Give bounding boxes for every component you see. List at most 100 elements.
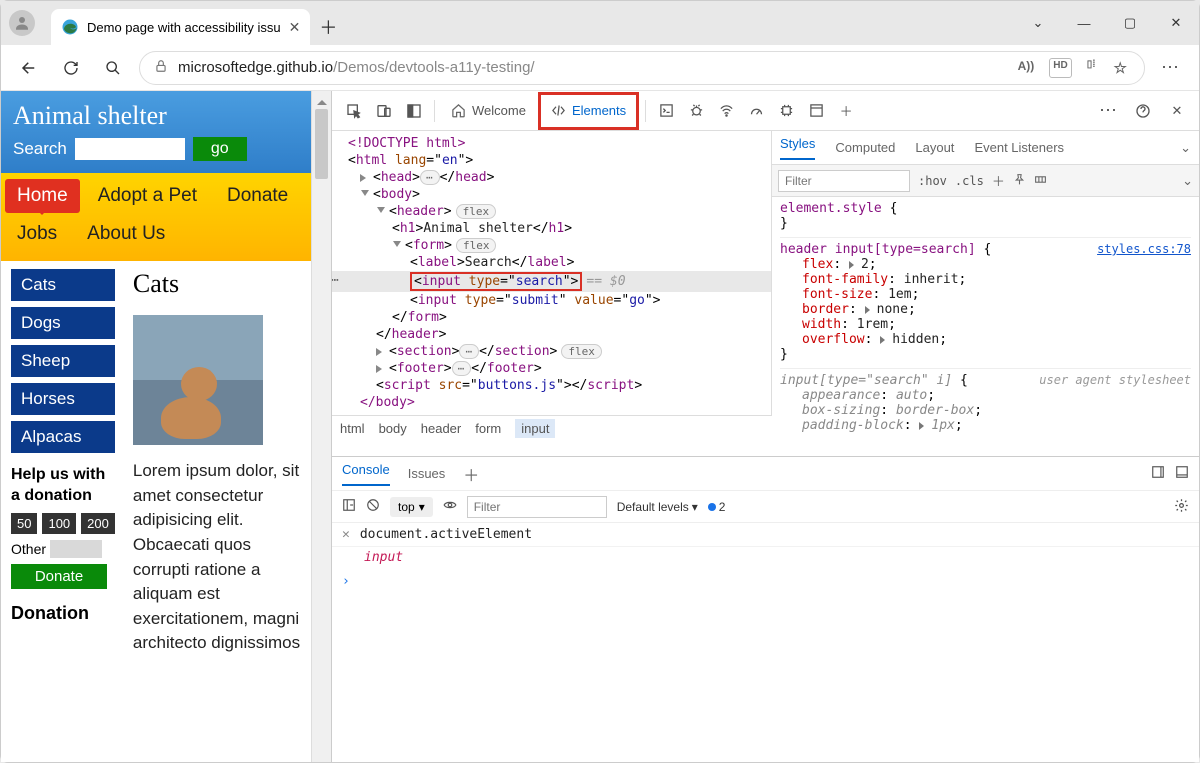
sidebar-horses[interactable]: Horses (11, 383, 115, 415)
console-settings-icon[interactable] (1174, 498, 1189, 516)
devtools-menu-icon[interactable]: ⋯ (1095, 97, 1123, 125)
new-tab-button[interactable]: ＋ (310, 9, 346, 45)
hov-toggle[interactable]: :hov (918, 174, 947, 188)
nav-donate[interactable]: Donate (215, 179, 300, 213)
application-icon[interactable] (802, 97, 830, 125)
console-prompt[interactable]: › (332, 568, 1199, 595)
styles-tabs: Styles Computed Layout Event Listeners ⌄ (772, 131, 1199, 165)
crumb-html[interactable]: html (340, 421, 365, 436)
donation-footer-heading: Donation (11, 603, 115, 624)
log-levels[interactable]: Default levels ▾ (617, 500, 698, 514)
nav-adopt[interactable]: Adopt a Pet (86, 179, 209, 213)
close-devtools-icon[interactable]: ✕ (1163, 97, 1191, 125)
bug-icon[interactable] (682, 97, 710, 125)
context-selector[interactable]: top ▾ (390, 497, 433, 517)
live-expression-icon[interactable] (443, 498, 457, 515)
drawer-tabs: Console Issues ＋ (332, 457, 1199, 491)
search-button[interactable] (97, 52, 129, 84)
console-filter-input[interactable] (467, 496, 607, 518)
page-scrollbar[interactable] (311, 91, 331, 762)
demo-page: Animal shelter Search go Home Adopt a Pe… (1, 91, 311, 762)
sidebar-cats[interactable]: Cats (11, 269, 115, 301)
more-tabs-icon[interactable]: ＋ (832, 97, 860, 125)
styles-chevron-icon[interactable]: ⌄ (1182, 173, 1193, 189)
url-box[interactable]: microsoftedge.github.io/Demos/devtools-a… (139, 51, 1145, 85)
styles-more-icon[interactable]: ⌄ (1180, 140, 1191, 156)
lock-icon (154, 59, 168, 76)
browser-menu-button[interactable]: ⋯ (1155, 52, 1187, 84)
pin-icon[interactable] (1013, 173, 1026, 189)
nav-jobs[interactable]: Jobs (5, 217, 69, 251)
toggle-console-icon[interactable] (652, 97, 680, 125)
window-controls: ⌄ — ▢ ✕ (1015, 1, 1199, 45)
tab-elements[interactable]: Elements (538, 92, 639, 130)
issues-tab[interactable]: Issues (408, 466, 446, 481)
other-input[interactable] (50, 540, 102, 558)
device-icon[interactable] (370, 97, 398, 125)
styles-tab-computed[interactable]: Computed (835, 140, 895, 155)
other-amount-row: Other (11, 540, 115, 558)
console-sidebar-icon[interactable] (342, 498, 356, 515)
profile-avatar[interactable] (9, 10, 35, 36)
reader-icon[interactable]: ▯⁞ (1084, 58, 1099, 78)
inspect-icon[interactable] (340, 97, 368, 125)
close-tab-icon[interactable]: ✕ (289, 19, 301, 36)
hd-icon[interactable]: HD (1049, 58, 1071, 78)
console-body[interactable]: ✕ document.activeElement input › (332, 523, 1199, 762)
donation-block: Help us with a donation 50 100 200 Other… (11, 465, 115, 589)
article-text: Lorem ipsum dolor, sit amet consectetur … (133, 459, 301, 656)
minimize-button[interactable]: — (1061, 1, 1107, 45)
chip-200[interactable]: 200 (81, 513, 115, 534)
maximize-button[interactable]: ▢ (1107, 1, 1153, 45)
clear-console-icon[interactable] (366, 498, 380, 515)
console-tab[interactable]: Console (342, 462, 390, 486)
dom-tree[interactable]: <!DOCTYPE html> <html lang="en"> <head>⋯… (332, 131, 772, 415)
browser-tab[interactable]: Demo page with accessibility issu ✕ (51, 9, 310, 45)
refresh-button[interactable] (55, 52, 87, 84)
drawer-add-icon[interactable]: ＋ (463, 462, 479, 486)
search-input[interactable] (75, 138, 185, 160)
chip-100[interactable]: 100 (42, 513, 76, 534)
styles-tab-styles[interactable]: Styles (780, 136, 815, 160)
dismiss-icon[interactable]: ✕ (342, 527, 350, 542)
styles-tab-events[interactable]: Event Listeners (974, 140, 1064, 155)
crumb-form[interactable]: form (475, 421, 501, 436)
new-rule-icon[interactable]: ＋ (992, 171, 1005, 190)
crumb-header[interactable]: header (421, 421, 461, 436)
memory-icon[interactable] (772, 97, 800, 125)
help-icon[interactable] (1129, 97, 1157, 125)
sidebar-dogs[interactable]: Dogs (11, 307, 115, 339)
drawer-dock-icon[interactable] (1151, 465, 1165, 482)
crumb-input[interactable]: input (515, 419, 555, 438)
close-window-button[interactable]: ✕ (1153, 1, 1199, 45)
network-icon[interactable] (712, 97, 740, 125)
dom-selected-row: <input type="search">== $0 (332, 271, 771, 292)
nav-about[interactable]: About Us (75, 217, 177, 251)
address-bar: microsoftedge.github.io/Demos/devtools-a… (1, 45, 1199, 91)
drawer-expand-icon[interactable] (1175, 465, 1189, 482)
nav-home[interactable]: Home (5, 179, 80, 213)
tab-welcome[interactable]: Welcome (441, 92, 536, 130)
cls-toggle[interactable]: .cls (955, 174, 984, 188)
console-result: input (332, 547, 1199, 568)
sidebar-alpacas[interactable]: Alpacas (11, 421, 115, 453)
donate-button[interactable]: Donate (11, 564, 107, 589)
chip-50[interactable]: 50 (11, 513, 37, 534)
go-button[interactable]: go (193, 137, 247, 161)
sidebar-sheep[interactable]: Sheep (11, 345, 115, 377)
back-button[interactable] (13, 52, 45, 84)
dock-icon[interactable] (400, 97, 428, 125)
styles-filter-input[interactable] (778, 170, 910, 192)
styles-body[interactable]: element.style {} styles.css:78 header in… (772, 197, 1199, 456)
issues-count[interactable]: 2 (708, 500, 726, 514)
performance-icon[interactable] (742, 97, 770, 125)
chevron-down-icon[interactable]: ⌄ (1015, 1, 1061, 45)
devtools-toolbar: Welcome Elements ＋ ⋯ ✕ (332, 91, 1199, 131)
read-aloud-icon[interactable]: A)) (1015, 58, 1038, 78)
styles-tab-layout[interactable]: Layout (915, 140, 954, 155)
crumb-body[interactable]: body (379, 421, 407, 436)
favorite-icon[interactable]: ☆ (1111, 58, 1130, 78)
flexbox-icon[interactable] (1034, 173, 1047, 189)
page-header: Animal shelter Search go (1, 91, 311, 173)
stylesheet-link[interactable]: styles.css:78 (1097, 242, 1191, 256)
